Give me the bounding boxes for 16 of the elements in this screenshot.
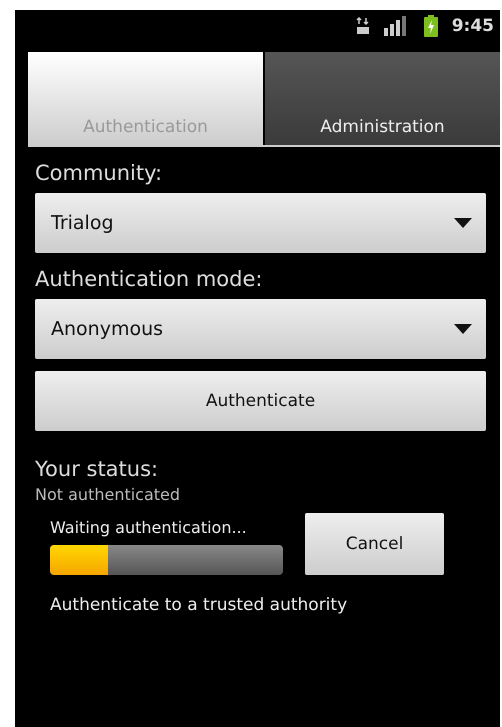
community-dropdown[interactable]: Trialog [35,193,486,253]
clock-time: 9:45 [452,16,494,36]
battery-charging-icon [424,15,438,37]
dropdown-arrow-icon [454,324,472,334]
status-label: Your status: [35,457,160,481]
auth-mode-dropdown[interactable]: Anonymous [35,299,486,359]
authenticate-button[interactable]: Authenticate [35,371,486,431]
dropdown-arrow-icon [454,218,472,228]
progress-label: Waiting authentication... [50,518,248,537]
footer-text: Authenticate to a trusted authority [50,595,348,615]
cancel-button[interactable]: Cancel [305,513,444,575]
field-label: Community: [35,161,164,185]
status-value: Not authenticated [35,485,182,504]
tab[interactable]: Administration [265,52,500,145]
field-label: Authentication mode: [35,267,264,291]
network-3g-icon [356,17,370,35]
